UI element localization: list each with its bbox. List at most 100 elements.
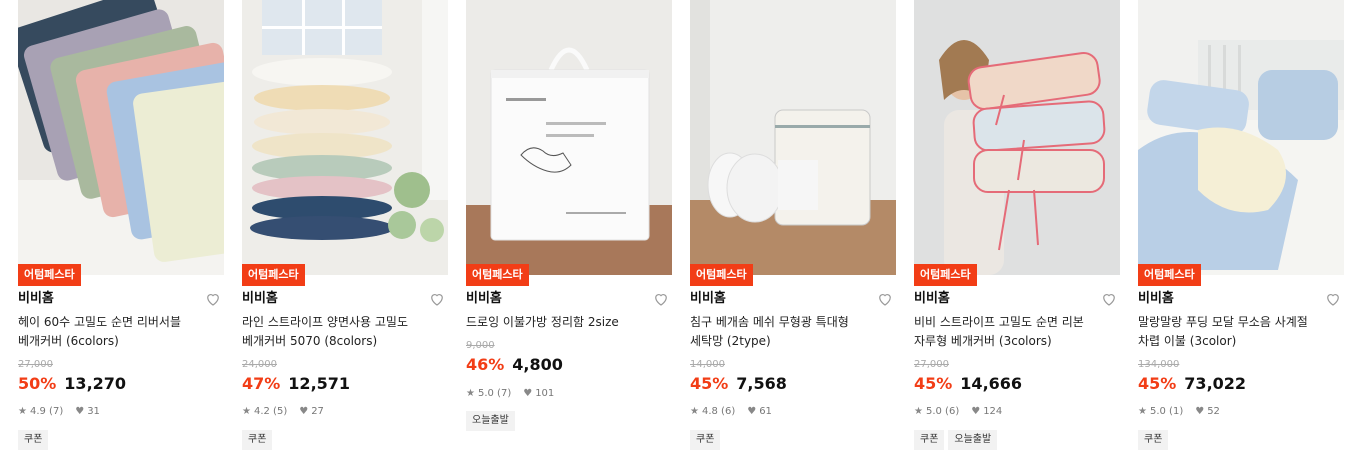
product-grid: 어텀페스타 비비홈 헤이 60수 고밀도 순면 리버서블 베개커버 (6colo… <box>18 0 1350 469</box>
review-meta: ★ 5.0 (1) ♥ 52 <box>1138 405 1220 419</box>
likes-count: 61 <box>759 406 772 417</box>
original-price: 27,000 <box>18 359 53 370</box>
tag-coupon: 쿠폰 <box>914 430 945 450</box>
heart-small-icon: ♥ <box>75 406 85 417</box>
heart-outline-icon[interactable] <box>204 290 222 308</box>
price-row: 50% 13,270 <box>18 374 126 394</box>
rating-text: 5.0 (6) <box>925 406 960 417</box>
brand-name[interactable]: 비비홈 <box>18 290 54 308</box>
star-icon: ★ <box>1138 406 1147 417</box>
event-badge: 어텀페스타 <box>1138 264 1201 286</box>
star-icon: ★ <box>242 406 251 417</box>
review-meta: ★ 4.8 (6) ♥ 61 <box>690 405 772 419</box>
original-price: 24,000 <box>242 359 277 370</box>
brand-name[interactable]: 비비홈 <box>466 290 502 308</box>
likes-count: 52 <box>1207 406 1220 417</box>
heart-outline-icon[interactable] <box>1324 290 1342 308</box>
tag-list: 쿠폰 오늘출발 <box>914 430 998 450</box>
likes-count: 101 <box>535 388 555 399</box>
product-title[interactable]: 라인 스트라이프 양면사용 고밀도 베개커버 5070 (8colors) <box>242 313 442 351</box>
rating-text: 5.0 (7) <box>477 388 512 399</box>
review-meta: ★ 5.0 (7) ♥ 101 <box>466 387 554 401</box>
tag-today-ship: 오늘출발 <box>948 430 998 450</box>
brand-name[interactable]: 비비홈 <box>914 290 950 308</box>
heart-small-icon: ♥ <box>1195 406 1205 417</box>
event-badge: 어텀페스타 <box>242 264 305 286</box>
heart-outline-icon[interactable] <box>1100 290 1118 308</box>
product-title[interactable]: 침구 베개솜 메쉬 무형광 특대형 세탁망 (2type) <box>690 313 890 351</box>
tag-coupon: 쿠폰 <box>242 430 273 450</box>
tag-coupon: 쿠폰 <box>1138 430 1169 450</box>
heart-small-icon: ♥ <box>523 388 533 399</box>
heart-small-icon: ♥ <box>971 406 981 417</box>
discount-rate: 45% <box>690 374 729 393</box>
original-price: 14,000 <box>690 359 725 370</box>
discount-rate: 47% <box>242 374 281 393</box>
tag-list: 쿠폰 <box>242 430 273 450</box>
price-row: 46% 4,800 <box>466 355 563 375</box>
product-image[interactable] <box>18 0 224 275</box>
tag-list: 쿠폰 <box>18 430 49 450</box>
product-image[interactable] <box>914 0 1120 275</box>
review-meta: ★ 5.0 (6) ♥ 124 <box>914 405 1002 419</box>
rating-text: 4.8 (6) <box>701 406 736 417</box>
review-meta: ★ 4.9 (7) ♥ 31 <box>18 405 100 419</box>
rating-text: 5.0 (1) <box>1149 406 1184 417</box>
likes-count: 124 <box>983 406 1003 417</box>
tag-list: 오늘출발 <box>466 411 515 431</box>
product-card[interactable]: 어텀페스타 비비홈 비비 스트라이프 고밀도 순면 리본 자루형 베개커버 (3… <box>914 0 1120 469</box>
product-image[interactable] <box>466 0 672 275</box>
tag-list: 쿠폰 <box>690 430 721 450</box>
heart-small-icon: ♥ <box>747 406 757 417</box>
price-row: 45% 73,022 <box>1138 374 1246 394</box>
product-title[interactable]: 비비 스트라이프 고밀도 순면 리본 자루형 베개커버 (3colors) <box>914 313 1114 351</box>
product-title[interactable]: 헤이 60수 고밀도 순면 리버서블 베개커버 (6colors) <box>18 313 218 351</box>
original-price: 134,000 <box>1138 359 1180 370</box>
discount-rate: 45% <box>1138 374 1177 393</box>
tag-today-ship: 오늘출발 <box>466 411 515 431</box>
product-image[interactable] <box>690 0 896 275</box>
star-icon: ★ <box>466 388 475 399</box>
review-meta: ★ 4.2 (5) ♥ 27 <box>242 405 324 419</box>
event-badge: 어텀페스타 <box>914 264 977 286</box>
brand-name[interactable]: 비비홈 <box>690 290 726 308</box>
rating-text: 4.9 (7) <box>29 406 64 417</box>
event-badge: 어텀페스타 <box>18 264 81 286</box>
brand-name[interactable]: 비비홈 <box>242 290 278 308</box>
price-row: 45% 14,666 <box>914 374 1022 394</box>
likes-count: 31 <box>87 406 100 417</box>
star-icon: ★ <box>914 406 923 417</box>
price-row: 47% 12,571 <box>242 374 350 394</box>
price-row: 45% 7,568 <box>690 374 787 394</box>
star-icon: ★ <box>690 406 699 417</box>
product-image[interactable] <box>1138 0 1344 275</box>
sale-price: 14,666 <box>960 374 1023 393</box>
product-card[interactable]: 어텀페스타 비비홈 드로잉 이불가방 정리함 2size 9,000 46% 4,… <box>466 0 672 469</box>
sale-price: 12,571 <box>288 374 351 393</box>
event-badge: 어텀페스타 <box>690 264 753 286</box>
discount-rate: 50% <box>18 374 57 393</box>
product-card[interactable]: 어텀페스타 비비홈 라인 스트라이프 양면사용 고밀도 베개커버 5070 (8… <box>242 0 448 469</box>
discount-rate: 46% <box>466 355 505 374</box>
product-image[interactable] <box>242 0 448 275</box>
heart-outline-icon[interactable] <box>876 290 894 308</box>
sale-price: 7,568 <box>736 374 787 393</box>
heart-outline-icon[interactable] <box>652 290 670 308</box>
product-card[interactable]: 어텀페스타 비비홈 헤이 60수 고밀도 순면 리버서블 베개커버 (6colo… <box>18 0 224 469</box>
product-title[interactable]: 말랑말랑 푸딩 모달 무소음 사계절 차렵 이불 (3color) <box>1138 313 1338 351</box>
original-price: 9,000 <box>466 340 495 351</box>
likes-count: 27 <box>311 406 324 417</box>
tag-coupon: 쿠폰 <box>690 430 721 450</box>
brand-name[interactable]: 비비홈 <box>1138 290 1174 308</box>
sale-price: 4,800 <box>512 355 563 374</box>
tag-list: 쿠폰 <box>1138 430 1169 450</box>
product-title[interactable]: 드로잉 이불가방 정리함 2size <box>466 313 666 332</box>
product-card[interactable]: 어텀페스타 비비홈 말랑말랑 푸딩 모달 무소음 사계절 차렵 이불 (3col… <box>1138 0 1344 469</box>
sale-price: 13,270 <box>64 374 127 393</box>
sale-price: 73,022 <box>1184 374 1247 393</box>
heart-outline-icon[interactable] <box>428 290 446 308</box>
event-badge: 어텀페스타 <box>466 264 529 286</box>
discount-rate: 45% <box>914 374 953 393</box>
product-card[interactable]: 어텀페스타 비비홈 침구 베개솜 메쉬 무형광 특대형 세탁망 (2type) … <box>690 0 896 469</box>
tag-coupon: 쿠폰 <box>18 430 49 450</box>
